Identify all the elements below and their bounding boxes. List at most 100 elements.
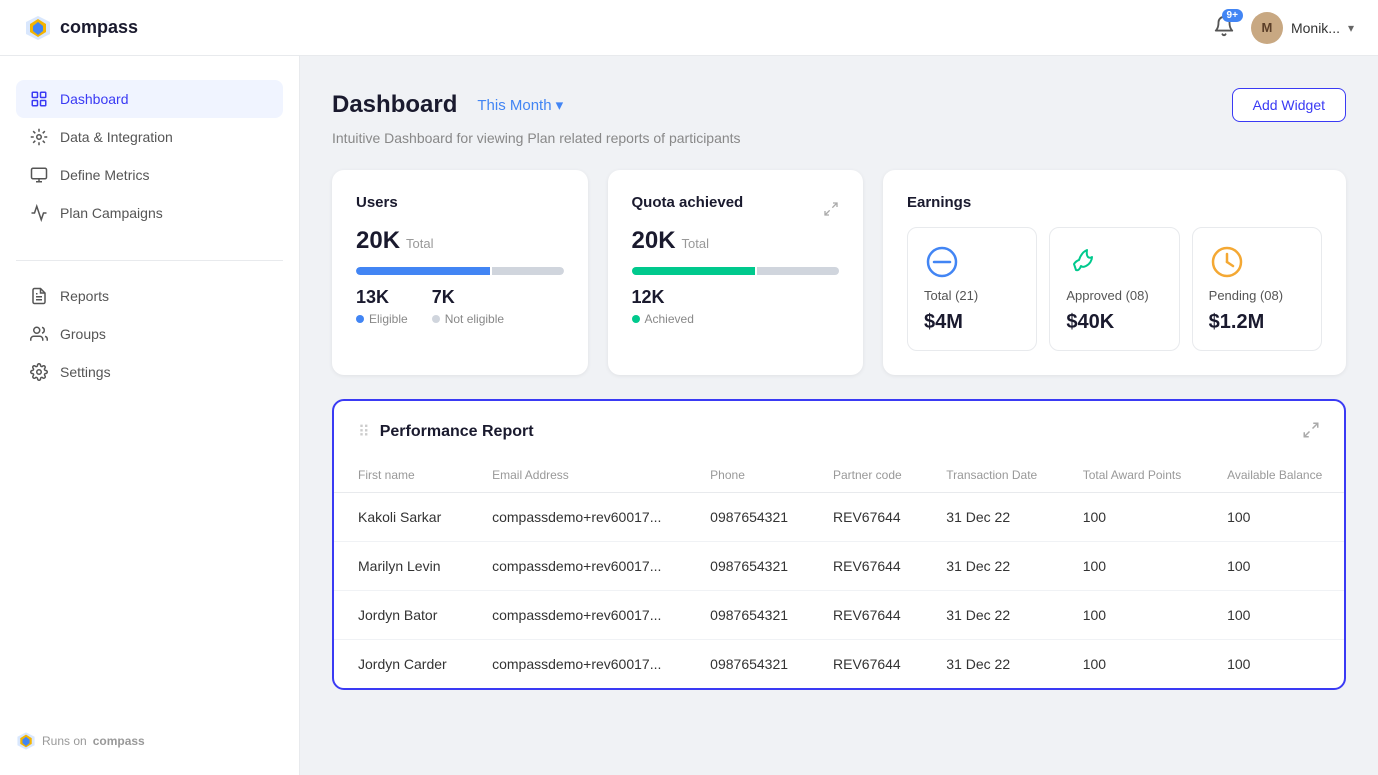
not-eligible-dot [432, 315, 440, 323]
sidebar: Dashboard Data & Integration Define Metr… [0, 56, 300, 775]
table-cell: Kakoli Sarkar [334, 493, 468, 542]
sidebar-item-label: Groups [60, 326, 106, 342]
notifications-button[interactable]: 9+ [1213, 15, 1235, 40]
main-content: Dashboard This Month ▾ Add Widget Intuit… [300, 56, 1378, 775]
earnings-approved-item: Approved (08) $40K [1049, 227, 1179, 351]
performance-report-header: ⠿ Performance Report [334, 401, 1344, 458]
quota-card-header: Quota achieved [632, 194, 840, 227]
table-cell: 100 [1059, 493, 1203, 542]
sidebar-item-data-integration[interactable]: Data & Integration [16, 118, 283, 156]
logo[interactable]: compass [24, 14, 138, 42]
sidebar-item-groups[interactable]: Groups [16, 315, 283, 353]
table-cell: compassdemo+rev60017... [468, 640, 686, 689]
avatar: M [1251, 12, 1283, 44]
user-menu-button[interactable]: M Monik... ▾ [1251, 12, 1354, 44]
table-cell: compassdemo+rev60017... [468, 542, 686, 591]
pending-icon [1209, 244, 1245, 280]
add-widget-button[interactable]: Add Widget [1232, 88, 1346, 122]
col-balance: Available Balance [1203, 458, 1344, 493]
perf-expand-icon[interactable] [1302, 421, 1320, 442]
table-cell: 100 [1203, 542, 1344, 591]
earnings-total-label: Total (21) [924, 288, 978, 303]
table-cell: Jordyn Bator [334, 591, 468, 640]
table-cell: compassdemo+rev60017... [468, 493, 686, 542]
table-cell: REV67644 [809, 640, 922, 689]
earnings-approved-amount: $40K [1066, 311, 1114, 334]
table-cell: 100 [1203, 640, 1344, 689]
sidebar-item-label: Reports [60, 288, 109, 304]
col-award-points: Total Award Points [1059, 458, 1203, 493]
table-cell: 0987654321 [686, 640, 809, 689]
sidebar-item-dashboard[interactable]: Dashboard [16, 80, 283, 118]
performance-table: First name Email Address Phone Partner c… [334, 458, 1344, 688]
achieved-bar [632, 267, 755, 275]
eligible-count: 13K [356, 287, 408, 308]
users-total: 20K Total [356, 227, 564, 255]
quota-sub-stats: 12K Achieved [632, 287, 840, 326]
col-phone: Phone [686, 458, 809, 493]
performance-report-card: ⠿ Performance Report First name Email Ad… [332, 399, 1346, 690]
earnings-pending-item: Pending (08) $1.2M [1192, 227, 1322, 351]
quota-total-label: Total [682, 236, 709, 251]
user-name: Monik... [1291, 20, 1340, 36]
users-card-title: Users [356, 194, 564, 211]
earnings-card: Earnings Total (21) $4M [883, 170, 1346, 375]
table-row: Jordyn Batorcompassdemo+rev60017...09876… [334, 591, 1344, 640]
sidebar-secondary-section: Reports Groups Settings [16, 277, 283, 391]
performance-report-title: Performance Report [380, 423, 534, 441]
table-cell: 100 [1059, 640, 1203, 689]
table-row: Kakoli Sarkarcompassdemo+rev60017...0987… [334, 493, 1344, 542]
topnav: compass 9+ M Monik... ▾ [0, 0, 1378, 56]
notifications-badge: 9+ [1222, 9, 1243, 22]
achieved-dot [632, 315, 640, 323]
table-cell: 31 Dec 22 [922, 542, 1058, 591]
users-card: Users 20K Total 13K Eligible [332, 170, 588, 375]
topnav-right: 9+ M Monik... ▾ [1213, 12, 1354, 44]
earnings-total-item: Total (21) $4M [907, 227, 1037, 351]
col-email: Email Address [468, 458, 686, 493]
achieved-stat: 12K Achieved [632, 287, 694, 326]
page-subtitle: Intuitive Dashboard for viewing Plan rel… [332, 130, 1346, 146]
earnings-card-title: Earnings [907, 194, 1322, 211]
table-cell: 31 Dec 22 [922, 493, 1058, 542]
sidebar-item-settings[interactable]: Settings [16, 353, 283, 391]
sidebar-item-label: Data & Integration [60, 129, 173, 145]
users-total-number: 20K [356, 227, 400, 255]
sidebar-item-plan-campaigns[interactable]: Plan Campaigns [16, 194, 283, 232]
sidebar-item-reports[interactable]: Reports [16, 277, 283, 315]
quota-total-number: 20K [632, 227, 676, 255]
sidebar-footer: Runs on compass [16, 715, 283, 751]
not-eligible-bar [492, 267, 564, 275]
table-cell: Jordyn Carder [334, 640, 468, 689]
not-eligible-label: Not eligible [432, 312, 504, 326]
sidebar-divider [16, 260, 283, 261]
sidebar-main-section: Dashboard Data & Integration Define Metr… [16, 80, 283, 232]
eligible-label: Eligible [356, 312, 408, 326]
chevron-down-icon: ▾ [1348, 21, 1354, 35]
earnings-total-amount: $4M [924, 311, 963, 334]
total-icon [924, 244, 960, 280]
table-cell: 0987654321 [686, 591, 809, 640]
table-cell: 31 Dec 22 [922, 591, 1058, 640]
quota-card-title: Quota achieved [632, 194, 744, 211]
sidebar-item-define-metrics[interactable]: Define Metrics [16, 156, 283, 194]
runs-on-brand: compass [93, 734, 145, 748]
runs-on-label: Runs on [42, 734, 87, 748]
month-selector[interactable]: This Month ▾ [469, 92, 571, 118]
earnings-pending-amount: $1.2M [1209, 311, 1265, 334]
table-cell: 100 [1203, 591, 1344, 640]
drag-handle-icon[interactable]: ⠿ [358, 422, 370, 442]
table-body: Kakoli Sarkarcompassdemo+rev60017...0987… [334, 493, 1344, 689]
col-transaction-date: Transaction Date [922, 458, 1058, 493]
earnings-pending-label: Pending (08) [1209, 288, 1283, 303]
quota-expand-icon[interactable] [823, 201, 839, 220]
table-cell: REV67644 [809, 542, 922, 591]
table-cell: 31 Dec 22 [922, 640, 1058, 689]
rest-bar [757, 267, 839, 275]
sidebar-item-label: Define Metrics [60, 167, 149, 183]
earnings-grid: Total (21) $4M Approved (08) $40K [907, 227, 1322, 351]
perf-title-row: ⠿ Performance Report [358, 422, 534, 442]
table-cell: 100 [1059, 591, 1203, 640]
table-cell: REV67644 [809, 493, 922, 542]
table-head: First name Email Address Phone Partner c… [334, 458, 1344, 493]
